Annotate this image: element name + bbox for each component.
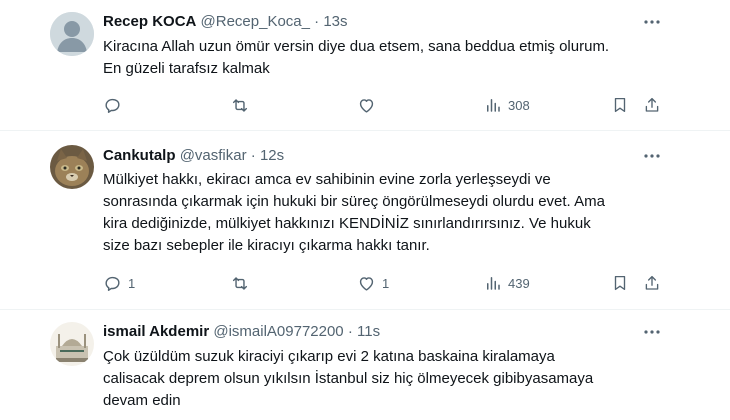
timestamp[interactable]: 11s [357,323,380,340]
reply-icon [105,276,120,291]
tweet-actions: 308 [103,94,663,116]
retweet-button[interactable] [230,272,250,294]
views-button[interactable]: 308 [484,94,530,116]
bookmark-button[interactable] [611,94,629,116]
separator-dot: · [314,13,320,30]
author-name[interactable]: ismail Akdemir [103,323,209,340]
share-icon [645,97,659,112]
share-button[interactable] [643,272,661,294]
avatar[interactable] [50,145,94,189]
more-options-button[interactable] [641,145,663,167]
timestamp[interactable]: 12s [260,147,284,164]
more-icon [644,20,660,24]
retweet-icon [232,276,248,290]
share-button[interactable] [643,94,661,116]
avatar[interactable] [50,12,94,56]
like-button[interactable] [357,94,382,116]
tweet-actions: 1 1 439 [103,272,663,294]
share-icon [645,275,659,290]
more-options-button[interactable] [641,321,663,343]
reply-icon [105,98,120,113]
bookmark-icon [614,97,626,113]
bookmark-button[interactable] [611,272,629,294]
more-options-button[interactable] [641,11,663,33]
retweet-button[interactable] [230,94,250,116]
heart-icon [359,98,374,113]
tweet-header: ismail Akdemir @ismailA09772200 · 11s [103,323,380,341]
author-handle[interactable]: @Recep_Koca_ [201,13,310,30]
reply-button[interactable] [103,94,128,116]
author-handle[interactable]: @vasfikar [180,147,247,164]
more-icon [644,330,660,334]
like-count: 1 [382,275,390,291]
author-name[interactable]: Cankutalp [103,147,176,164]
tweet-header: Recep KOCA @Recep_Koca_ · 13s [103,13,348,31]
tweet-text: Çok üzüldüm suzuk kiraciyi çıkarıp evi 2… [103,348,594,409]
tweet[interactable]: ismail Akdemir @ismailA09772200 · 11s Ço… [0,310,730,420]
separator-dot: · [250,147,256,164]
bookmark-icon [614,275,626,291]
tweet-text: Kiracına Allah uzun ömür versin diye dua… [103,38,610,77]
retweet-icon [232,98,248,112]
more-icon [644,154,660,158]
tweet[interactable]: Recep KOCA @Recep_Koca_ · 13s Kiracına A… [0,0,730,131]
like-button[interactable]: 1 [357,272,389,294]
analytics-icon [487,277,500,290]
reply-count: 1 [128,275,136,291]
author-name[interactable]: Recep KOCA [103,13,196,30]
mosque-avatar-icon [50,322,94,366]
default-avatar-icon [50,12,94,56]
tweet[interactable]: Cankutalp @vasfikar · 12s Mülkiyet hakkı… [0,131,730,310]
views-button[interactable]: 439 [484,272,530,294]
tweet-text: Mülkiyet hakkı, ekiracı amca ev sahibini… [103,171,605,254]
analytics-icon [487,99,500,112]
tweet-header: Cankutalp @vasfikar · 12s [103,147,284,165]
view-count: 308 [508,97,530,113]
timestamp[interactable]: 13s [323,13,347,30]
heart-icon [359,276,374,291]
author-handle[interactable]: @ismailA09772200 [213,323,343,340]
reply-button[interactable]: 1 [103,272,135,294]
cat-avatar-icon [50,145,94,189]
avatar[interactable] [50,322,94,366]
separator-dot: · [347,323,353,340]
view-count: 439 [508,275,530,291]
